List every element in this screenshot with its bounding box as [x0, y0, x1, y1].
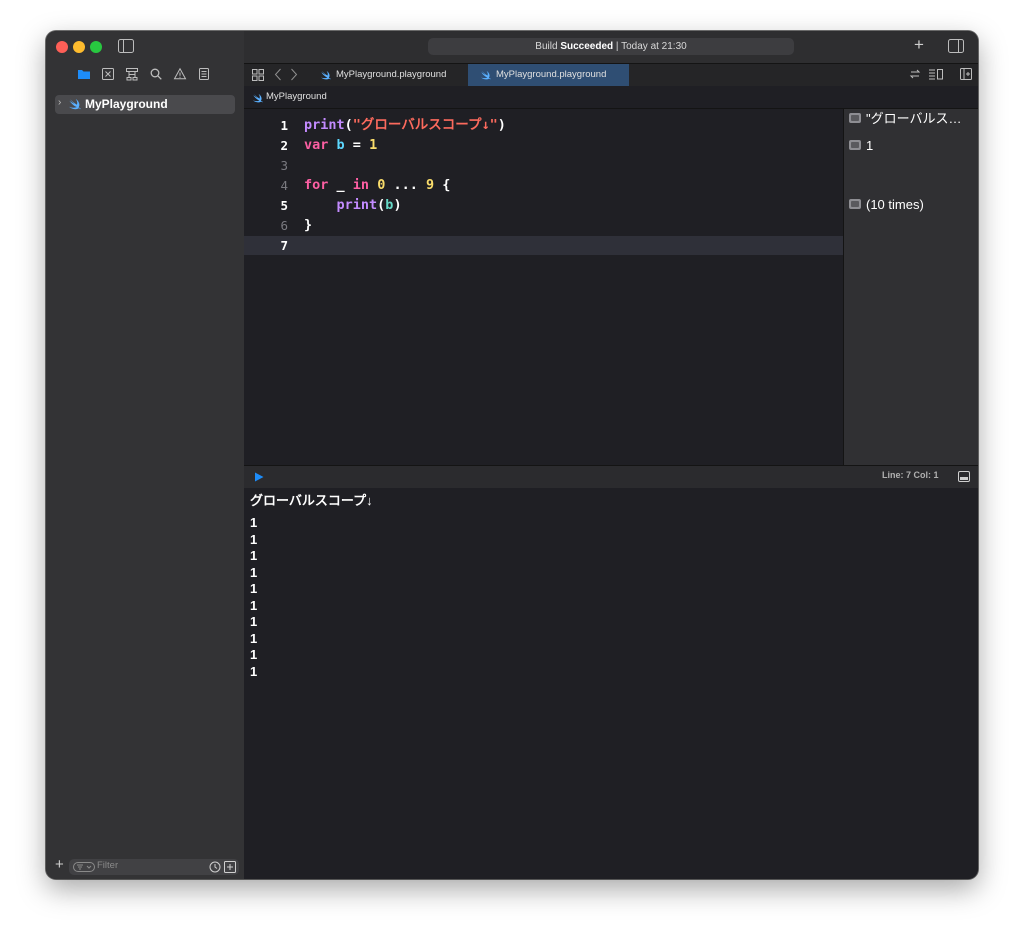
- build-time: | Today at 21:30: [615, 41, 687, 52]
- swift-icon: [480, 70, 491, 80]
- recent-files-icon[interactable]: [209, 861, 221, 873]
- code-line[interactable]: 1 print("グローバルスコープ↓"): [244, 116, 843, 135]
- code-text[interactable]: for _ in 0 ... 9 {: [304, 176, 450, 195]
- line-number: 5: [280, 198, 288, 213]
- navigator-sidebar: › MyPlayground + Filter: [46, 31, 245, 879]
- build-status: Succeeded: [560, 41, 614, 52]
- editor-options-icon[interactable]: [928, 68, 944, 80]
- navigator-filter-bar: + Filter: [46, 855, 244, 879]
- library-plus-button[interactable]: +: [914, 35, 924, 55]
- jump-bar: MyPlayground: [244, 86, 978, 109]
- line-number: 1: [280, 118, 288, 133]
- debug-bar: Line: 7 Col: 1: [244, 465, 978, 489]
- filter-options-icon[interactable]: [73, 862, 95, 872]
- close-window-button[interactable]: [56, 41, 68, 53]
- console-line: 1: [250, 548, 258, 563]
- magnifier-icon[interactable]: [149, 67, 163, 81]
- warning-icon[interactable]: [173, 67, 187, 81]
- filter-field[interactable]: Filter: [69, 859, 239, 875]
- results-sidebar: "グローバルス… 1 (10 times): [843, 109, 978, 465]
- result-text: (10 times): [866, 197, 924, 212]
- console-line: グローバルスコープ↓: [250, 493, 373, 508]
- code-line[interactable]: 4 for _ in 0 ... 9 {: [244, 176, 843, 195]
- disclosure-chevron-icon[interactable]: ›: [58, 97, 61, 108]
- code-editor[interactable]: 1 print("グローバルスコープ↓") 2 var b = 1 3 4 fo…: [244, 109, 843, 465]
- result-item[interactable]: 1: [849, 136, 977, 155]
- console-line: 1: [250, 597, 258, 613]
- console-line: 1: [250, 614, 258, 629]
- console-output[interactable]: グローバルスコープ↓ 1 1 1 1 1 1 1 1 1 1: [244, 488, 978, 879]
- console-line: 1: [250, 663, 258, 679]
- tab-label: MyPlayground.playground: [336, 69, 447, 80]
- tab-playground[interactable]: MyPlayground.playground: [308, 64, 468, 86]
- sidebar-toggle-icon[interactable]: [118, 39, 134, 53]
- grid-icon[interactable]: [252, 69, 264, 81]
- code-line[interactable]: 3: [244, 156, 843, 175]
- chevron-right-icon[interactable]: [290, 68, 298, 81]
- tab-bar: MyPlayground.playground MyPlayground.pla…: [244, 63, 978, 87]
- line-number: 7: [280, 238, 288, 253]
- activity-build-label: Build: [535, 41, 558, 52]
- add-file-button[interactable]: +: [55, 856, 64, 873]
- chevron-left-icon[interactable]: [274, 68, 282, 81]
- document-icon[interactable]: [197, 67, 211, 81]
- result-text: "グローバルス…: [866, 111, 962, 126]
- code-text[interactable]: print("グローバルスコープ↓"): [304, 116, 506, 135]
- line-number: 2: [280, 138, 288, 153]
- filter-placeholder: Filter: [97, 860, 119, 871]
- swap-arrows-icon[interactable]: [909, 68, 921, 80]
- main-area: Build Succeeded | Today at 21:30 + MyPla…: [244, 31, 978, 879]
- add-editor-icon[interactable]: [960, 68, 972, 80]
- swift-icon: [69, 99, 81, 110]
- code-line[interactable]: 5 print(b): [244, 196, 843, 215]
- tab-label: MyPlayground.playground: [496, 69, 607, 80]
- scm-filter-icon[interactable]: [224, 861, 236, 873]
- toolbar: Build Succeeded | Today at 21:30 +: [244, 31, 978, 63]
- inspector-toggle-icon[interactable]: [948, 39, 964, 53]
- console-line: 1: [250, 581, 258, 596]
- line-number: 4: [280, 178, 288, 193]
- console-line: 1: [250, 564, 258, 580]
- folder-icon[interactable]: [77, 67, 91, 81]
- code-line[interactable]: 2 var b = 1: [244, 136, 843, 155]
- code-text[interactable]: var b = 1: [304, 136, 377, 155]
- cursor-position: Line: 7 Col: 1: [882, 470, 939, 480]
- result-text: 1: [866, 138, 874, 153]
- swift-icon: [252, 93, 263, 103]
- project-name: MyPlayground: [85, 97, 168, 111]
- code-line-current[interactable]: 7: [244, 236, 843, 255]
- xcode-window: › MyPlayground + Filter Build Succeeded …: [46, 31, 978, 879]
- activity-view: Build Succeeded | Today at 21:30: [428, 38, 794, 55]
- console-line: 1: [250, 531, 258, 547]
- hide-debug-area-icon[interactable]: [958, 471, 970, 482]
- xmark-square-icon[interactable]: [101, 67, 115, 81]
- quick-look-icon[interactable]: [849, 199, 861, 209]
- code-line[interactable]: 6 }: [244, 216, 843, 235]
- play-icon[interactable]: [254, 472, 264, 482]
- result-item[interactable]: "グローバルス…: [849, 109, 977, 128]
- quick-look-icon[interactable]: [849, 113, 861, 123]
- code-text[interactable]: print(b): [304, 196, 402, 215]
- result-item[interactable]: (10 times): [849, 195, 977, 214]
- console-line: 1: [250, 647, 258, 662]
- tab-playground-active[interactable]: MyPlayground.playground: [468, 64, 629, 86]
- code-text[interactable]: }: [304, 216, 312, 235]
- console-line: 1: [250, 515, 258, 530]
- line-number: 3: [280, 158, 288, 173]
- minimize-window-button[interactable]: [73, 41, 85, 53]
- breadcrumb[interactable]: MyPlayground: [266, 91, 327, 102]
- console-line: 1: [250, 630, 258, 646]
- project-tree-item[interactable]: › MyPlayground: [55, 95, 235, 114]
- hierarchy-icon[interactable]: [125, 67, 139, 81]
- quick-look-icon[interactable]: [849, 140, 861, 150]
- zoom-window-button[interactable]: [90, 41, 102, 53]
- swift-icon: [320, 70, 331, 80]
- line-number: 6: [280, 218, 288, 233]
- navigator-selector-bar: [46, 64, 244, 86]
